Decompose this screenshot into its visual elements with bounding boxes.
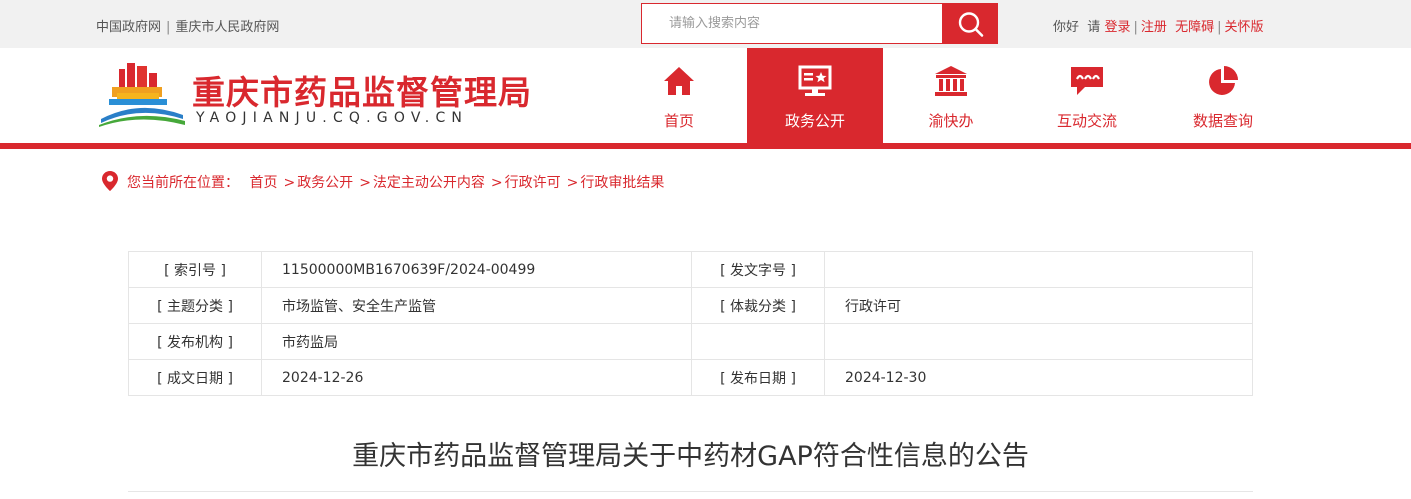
meta-value: 2024-12-30 bbox=[824, 359, 1253, 396]
pie-chart-icon bbox=[1209, 66, 1238, 95]
nav-home[interactable]: 首页 bbox=[611, 48, 747, 143]
accessibility-link[interactable]: 无障碍 bbox=[1175, 20, 1214, 35]
meta-key: [ 发布日期 ] bbox=[691, 359, 825, 396]
meta-value: 2024-12-26 bbox=[261, 359, 692, 396]
breadcrumb-item-gov-affairs[interactable]: 政务公开 bbox=[297, 175, 353, 191]
search-button[interactable] bbox=[942, 3, 998, 44]
please-text: 请 bbox=[1087, 20, 1101, 35]
nav-label: 数据查询 bbox=[1192, 112, 1253, 130]
separator: > bbox=[490, 175, 503, 191]
article-title: 重庆市药品监督管理局关于中药材GAP符合性信息的公告 bbox=[352, 441, 1029, 472]
separator: > bbox=[566, 175, 579, 191]
search-box bbox=[641, 3, 998, 44]
meta-value bbox=[824, 251, 1253, 288]
separator: > bbox=[283, 175, 296, 191]
user-bar: 你好 请 登录 | 注册 无障碍 | 关怀版 bbox=[1053, 16, 1264, 35]
nav-label: 渝快办 bbox=[928, 112, 974, 130]
breadcrumb-prefix: 您当前所在位置： bbox=[127, 175, 239, 191]
table-row: [ 索引号 ] 11500000MB1670639F/2024-00499 [ … bbox=[128, 251, 1253, 288]
site-header: 重庆市药品监督管理局 YAOJIANJU.CQ.GOV.CN 首页 政务公开 渝… bbox=[0, 48, 1411, 143]
search-input[interactable] bbox=[641, 3, 943, 44]
meta-key bbox=[691, 323, 825, 360]
login-link[interactable]: 登录 bbox=[1104, 20, 1130, 35]
table-row: [ 成文日期 ] 2024-12-26 [ 发布日期 ] 2024-12-30 bbox=[128, 359, 1253, 396]
meta-key: [ 发文字号 ] bbox=[691, 251, 825, 288]
meta-key: [ 索引号 ] bbox=[128, 251, 262, 288]
table-row: [ 主题分类 ] 市场监管、安全生产监管 [ 体裁分类 ] 行政许可 bbox=[128, 287, 1253, 324]
nav-data-query[interactable]: 数据查询 bbox=[1155, 48, 1291, 143]
nav-label: 政务公开 bbox=[784, 112, 845, 130]
site-domain: YAOJIANJU.CQ.GOV.CN bbox=[196, 110, 469, 126]
meta-value bbox=[824, 323, 1253, 360]
site-title[interactable]: 重庆市药品监督管理局 bbox=[192, 66, 532, 114]
meta-value: 市场监管、安全生产监管 bbox=[261, 287, 692, 324]
table-row: [ 发布机构 ] 市药监局 bbox=[128, 323, 1253, 360]
nav-label: 互动交流 bbox=[1056, 112, 1117, 130]
separator: > bbox=[359, 175, 371, 191]
document-meta-table: [ 索引号 ] 11500000MB1670639F/2024-00499 [ … bbox=[128, 251, 1253, 396]
meta-value: 11500000MB1670639F/2024-00499 bbox=[261, 251, 692, 288]
chat-bubble-icon bbox=[1071, 67, 1103, 95]
breadcrumb-item-approval-results[interactable]: 行政审批结果 bbox=[580, 175, 664, 191]
government-building-icon bbox=[935, 66, 967, 96]
monitor-star-icon bbox=[798, 65, 832, 96]
link-cq-gov[interactable]: 重庆市人民政府网 bbox=[175, 20, 279, 35]
register-link[interactable]: 注册 bbox=[1141, 20, 1167, 35]
greeting: 你好 bbox=[1053, 20, 1080, 35]
title-divider bbox=[128, 491, 1253, 492]
separator: | bbox=[166, 20, 171, 35]
breadcrumb-item-home[interactable]: 首页 bbox=[249, 175, 277, 191]
logo-emblem-icon bbox=[99, 63, 185, 127]
nav-gov-affairs[interactable]: 政务公开 bbox=[747, 48, 883, 143]
home-icon bbox=[664, 67, 694, 95]
breadcrumb-item-admin-license[interactable]: 行政许可 bbox=[505, 175, 561, 191]
nav-interaction[interactable]: 互动交流 bbox=[1019, 48, 1155, 143]
link-gov-cn[interactable]: 中国政府网 bbox=[96, 20, 161, 35]
top-utility-bar: 中国政府网|重庆市人民政府网 你好 请 登录|注册 无障碍|关怀版 bbox=[0, 0, 1411, 48]
nav-label: 首页 bbox=[663, 112, 694, 130]
external-links: 中国政府网 | 重庆市人民政府网 bbox=[96, 16, 279, 35]
meta-key: [ 发布机构 ] bbox=[128, 323, 262, 360]
meta-key: [ 主题分类 ] bbox=[128, 287, 262, 324]
location-pin-icon bbox=[102, 171, 118, 191]
header-divider bbox=[0, 143, 1411, 149]
separator: | bbox=[1217, 20, 1222, 35]
meta-value: 市药监局 bbox=[261, 323, 692, 360]
meta-key: [ 成文日期 ] bbox=[128, 359, 262, 396]
nav-yukuaiban[interactable]: 渝快办 bbox=[883, 48, 1019, 143]
breadcrumb: 您当前所在位置： 首页 > 政务公开 > 法定主动公开内容 > 行政许可 > 行政审批结果 bbox=[102, 171, 664, 192]
search-icon bbox=[958, 12, 984, 37]
meta-key: [ 体裁分类 ] bbox=[691, 287, 825, 324]
elder-mode-link[interactable]: 关怀版 bbox=[1225, 20, 1264, 35]
breadcrumb-item-statutory[interactable]: 法定主动公开内容 bbox=[373, 175, 485, 191]
meta-value: 行政许可 bbox=[824, 287, 1253, 324]
separator: | bbox=[1133, 20, 1138, 35]
